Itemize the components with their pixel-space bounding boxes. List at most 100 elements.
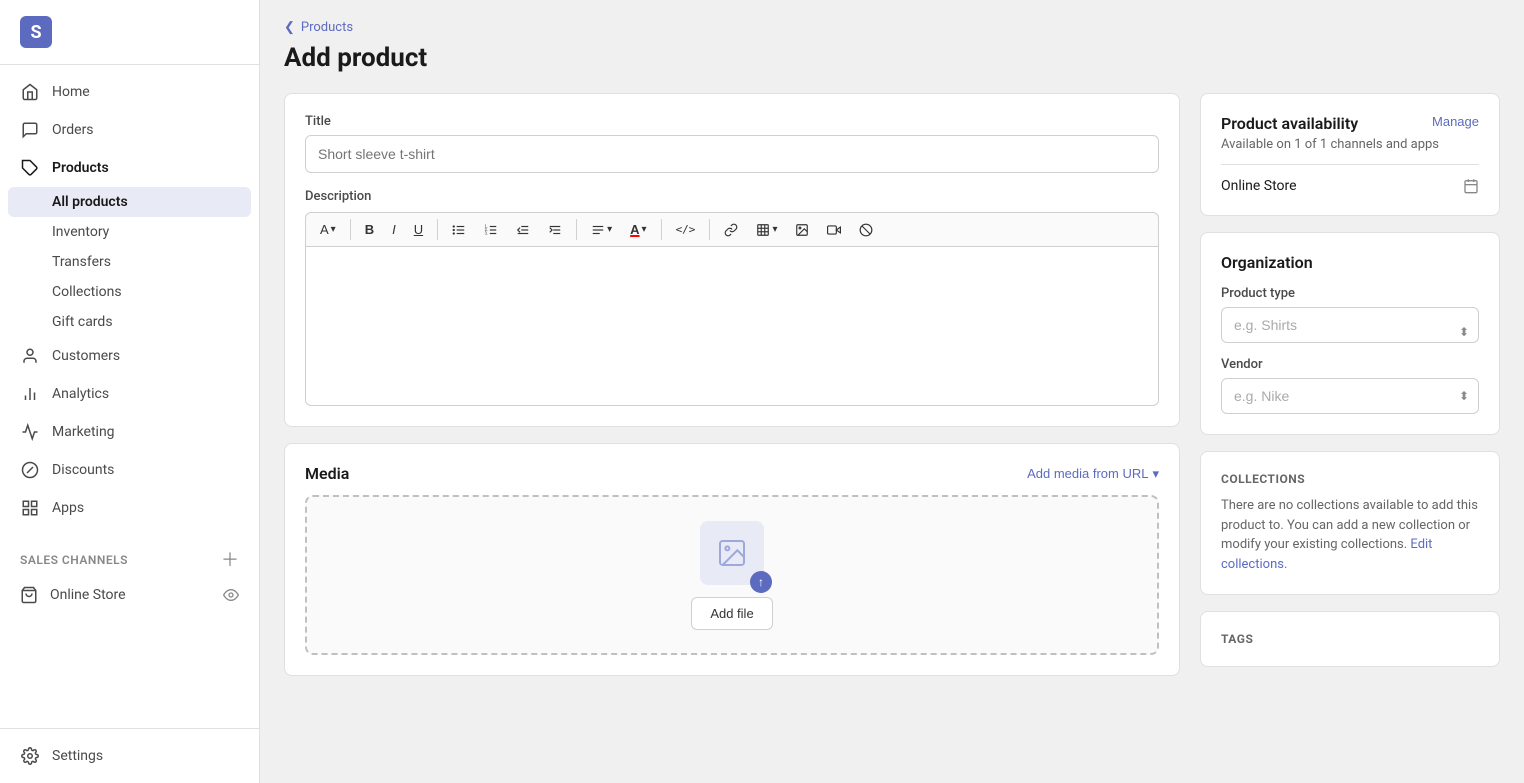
availability-divider — [1221, 164, 1479, 165]
sidebar-item-settings-label: Settings — [52, 748, 103, 764]
calendar-button[interactable] — [1463, 177, 1479, 195]
settings-icon — [20, 746, 40, 766]
content-layout: Title Description A ▾ B I U — [284, 93, 1500, 676]
sidebar-item-products[interactable]: Products — [0, 149, 259, 187]
sidebar-item-online-store[interactable]: Online Store — [0, 577, 259, 613]
discounts-icon — [20, 460, 40, 480]
rte-code-button[interactable]: </> — [668, 217, 704, 242]
rte-underline-button[interactable]: U — [406, 217, 431, 242]
page-title: Add product — [284, 43, 1500, 73]
breadcrumb-text: Products — [301, 20, 353, 35]
media-dropzone[interactable]: ↑ Add file — [305, 495, 1159, 655]
sidebar-item-marketing-label: Marketing — [52, 424, 115, 440]
sales-channels-header: SALES CHANNELS ＋ — [0, 543, 259, 577]
media-card-header: Media Add media from URL ▾ — [305, 464, 1159, 483]
add-file-button[interactable]: Add file — [691, 597, 772, 630]
rte-divider-1 — [350, 219, 351, 240]
title-input[interactable] — [305, 135, 1159, 173]
analytics-icon — [20, 384, 40, 404]
sidebar-item-customers[interactable]: Customers — [0, 337, 259, 375]
sales-channels-section: SALES CHANNELS ＋ Online Store — [0, 535, 259, 621]
vendor-select[interactable]: e.g. Nike — [1221, 378, 1479, 414]
availability-header: Product availability Manage — [1221, 114, 1479, 133]
rte-outdent-button[interactable] — [508, 217, 538, 242]
sidebar-item-all-products[interactable]: All products — [8, 187, 251, 217]
add-channel-button[interactable]: ＋ — [221, 551, 239, 569]
breadcrumb-arrow: ❮ — [284, 20, 295, 35]
availability-title: Product availability — [1221, 114, 1358, 133]
breadcrumb[interactable]: ❮ Products — [284, 20, 1500, 35]
collections-card-title: COLLECTIONS — [1221, 472, 1479, 486]
online-store-left: Online Store — [20, 586, 126, 604]
rte-bold-button[interactable]: B — [357, 217, 382, 242]
content-side: Product availability Manage Available on… — [1200, 93, 1500, 667]
add-media-chevron-icon: ▾ — [1152, 466, 1159, 482]
sidebar-item-transfers[interactable]: Transfers — [0, 247, 259, 277]
sidebar-item-inventory[interactable]: Inventory — [0, 217, 259, 247]
sidebar-item-analytics-label: Analytics — [52, 386, 109, 402]
tags-card: TAGS — [1200, 611, 1500, 667]
nav-section-main: Home Orders Products All products Invent… — [0, 65, 259, 535]
vendor-label: Vendor — [1221, 357, 1479, 372]
rte-video-button[interactable] — [819, 217, 849, 242]
media-card: Media Add media from URL ▾ ↑ Add file — [284, 443, 1180, 676]
manage-label: Manage — [1432, 114, 1479, 129]
main-content: ❮ Products Add product Title Description… — [260, 0, 1524, 783]
rte-bullet-list-button[interactable] — [444, 217, 474, 242]
rte-text-color-button[interactable]: A ▾ — [622, 217, 654, 242]
sidebar-item-home[interactable]: Home — [0, 73, 259, 111]
rte-numbered-list-button[interactable]: 1.2.3. — [476, 217, 506, 242]
upload-badge-icon: ↑ — [750, 571, 772, 593]
sidebar-item-inventory-label: Inventory — [52, 224, 109, 240]
rte-divider-2 — [437, 219, 438, 240]
sidebar-item-apps[interactable]: Apps — [0, 489, 259, 527]
rte-table-button[interactable]: ▾ — [748, 217, 785, 242]
sales-channels-label: SALES CHANNELS — [20, 553, 128, 567]
availability-subtitle: Available on 1 of 1 channels and apps — [1221, 137, 1479, 152]
organization-title: Organization — [1221, 253, 1479, 272]
product-type-label: Product type — [1221, 286, 1479, 301]
manage-button[interactable]: Manage — [1432, 114, 1479, 129]
content-main: Title Description A ▾ B I U — [284, 93, 1180, 676]
sidebar-item-collections-label: Collections — [52, 284, 122, 300]
rte-indent-button[interactable] — [540, 217, 570, 242]
rte-italic-button[interactable]: I — [384, 217, 404, 242]
tags-card-title: TAGS — [1221, 632, 1479, 646]
collections-description: There are no collections available to ad… — [1221, 496, 1479, 574]
rte-link-button[interactable] — [716, 217, 746, 242]
sidebar: S Home Orders Products All products Inve… — [0, 0, 260, 783]
rte-align-button[interactable]: ▾ — [583, 217, 620, 242]
home-icon — [20, 82, 40, 102]
rte-divider-5 — [709, 219, 710, 240]
sidebar-item-gift-cards[interactable]: Gift cards — [0, 307, 259, 337]
sidebar-item-orders[interactable]: Orders — [0, 111, 259, 149]
sidebar-item-settings[interactable]: Settings — [0, 737, 259, 775]
product-type-select-wrapper: e.g. Shirts ⬍ — [1221, 307, 1479, 357]
product-type-select[interactable]: e.g. Shirts — [1221, 307, 1479, 343]
sidebar-item-apps-label: Apps — [52, 500, 84, 516]
sidebar-item-collections[interactable]: Collections — [0, 277, 259, 307]
rte-toolbar: A ▾ B I U 1.2.3. — [305, 212, 1159, 246]
sidebar-item-marketing[interactable]: Marketing — [0, 413, 259, 451]
add-media-label: Add media from URL — [1027, 466, 1148, 481]
sidebar-logo: S — [0, 0, 259, 65]
vendor-select-wrapper: e.g. Nike ⬍ — [1221, 378, 1479, 414]
rte-image-button[interactable] — [787, 217, 817, 242]
rte-font-button[interactable]: A ▾ — [312, 217, 344, 242]
online-store-name: Online Store — [1221, 178, 1297, 194]
sidebar-item-discounts-label: Discounts — [52, 462, 114, 478]
sidebar-item-analytics[interactable]: Analytics — [0, 375, 259, 413]
sidebar-item-discounts[interactable]: Discounts — [0, 451, 259, 489]
media-icon-container: ↑ — [700, 521, 764, 585]
add-media-url-button[interactable]: Add media from URL ▾ — [1027, 466, 1159, 482]
sidebar-item-orders-label: Orders — [52, 122, 94, 138]
rte-more-button[interactable] — [851, 217, 881, 242]
logo-icon: S — [20, 16, 52, 48]
description-label: Description — [305, 189, 1159, 204]
sidebar-item-customers-label: Customers — [52, 348, 120, 364]
sidebar-item-gift-cards-label: Gift cards — [52, 314, 113, 330]
sidebar-bottom: Settings — [0, 728, 259, 783]
apps-icon — [20, 498, 40, 518]
marketing-icon — [20, 422, 40, 442]
rte-editor[interactable] — [305, 246, 1159, 406]
